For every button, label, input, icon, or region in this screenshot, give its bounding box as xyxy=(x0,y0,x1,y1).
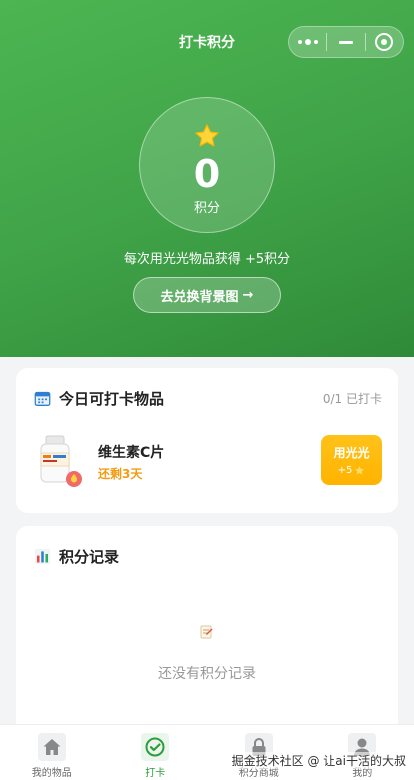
calendar-icon xyxy=(34,391,51,406)
minus-icon xyxy=(338,40,353,44)
item-remaining-days: 还剩3天 xyxy=(98,467,143,481)
minimize-button[interactable] xyxy=(327,27,364,57)
use-up-button[interactable]: 用光光 +5 xyxy=(321,435,382,485)
tab-label: 打卡 xyxy=(145,768,166,779)
star-icon xyxy=(355,466,365,475)
points-header: 打卡积分 0 积分 每次用光光物品获得 +5积分 去兑换背景图 → xyxy=(0,0,414,357)
record-card-title: 积分记录 xyxy=(59,548,120,566)
reward-badge: +5 xyxy=(321,465,382,476)
reward-points: +5 xyxy=(337,465,353,476)
bar-chart-icon xyxy=(34,548,51,565)
use-up-label: 用光光 xyxy=(333,446,370,460)
exchange-button-label: 去兑换背景图 xyxy=(160,289,239,305)
tab-checkin[interactable]: 打卡 xyxy=(104,725,208,780)
target-icon xyxy=(375,33,394,51)
exchange-background-button[interactable]: 去兑换背景图 → xyxy=(133,277,281,313)
mini-program-capsule xyxy=(288,26,404,58)
close-mini-program-button[interactable] xyxy=(366,27,403,57)
points-value: 0 xyxy=(193,152,221,196)
checkin-progress: 0/1 已打卡 xyxy=(322,392,382,406)
points-rule-text: 每次用光光物品获得 +5积分 xyxy=(123,252,291,267)
vitamin-c-bottle-image xyxy=(40,435,82,487)
check-circle-icon xyxy=(141,733,170,761)
record-card-header: 积分记录 xyxy=(34,546,119,567)
more-button[interactable] xyxy=(289,27,326,57)
more-dots-icon xyxy=(297,39,318,45)
points-unit: 积分 xyxy=(193,201,220,216)
tab-label: 我的物品 xyxy=(31,768,72,779)
tab-my-items[interactable]: 我的物品 xyxy=(0,725,104,780)
home-icon xyxy=(37,733,66,761)
today-card-header: 今日可打卡物品 xyxy=(34,388,164,409)
today-card-title: 今日可打卡物品 xyxy=(59,390,165,408)
arrow-right-icon: → xyxy=(242,287,254,303)
points-circle: 0 积分 xyxy=(139,97,275,233)
item-name: 维生素C片 xyxy=(98,445,165,461)
memo-icon xyxy=(200,625,213,639)
watermark: 掘金技术社区 @ 让ai干活的大叔 xyxy=(231,752,406,769)
empty-records-text: 还没有积分记录 xyxy=(158,666,256,682)
star-icon xyxy=(195,124,219,147)
